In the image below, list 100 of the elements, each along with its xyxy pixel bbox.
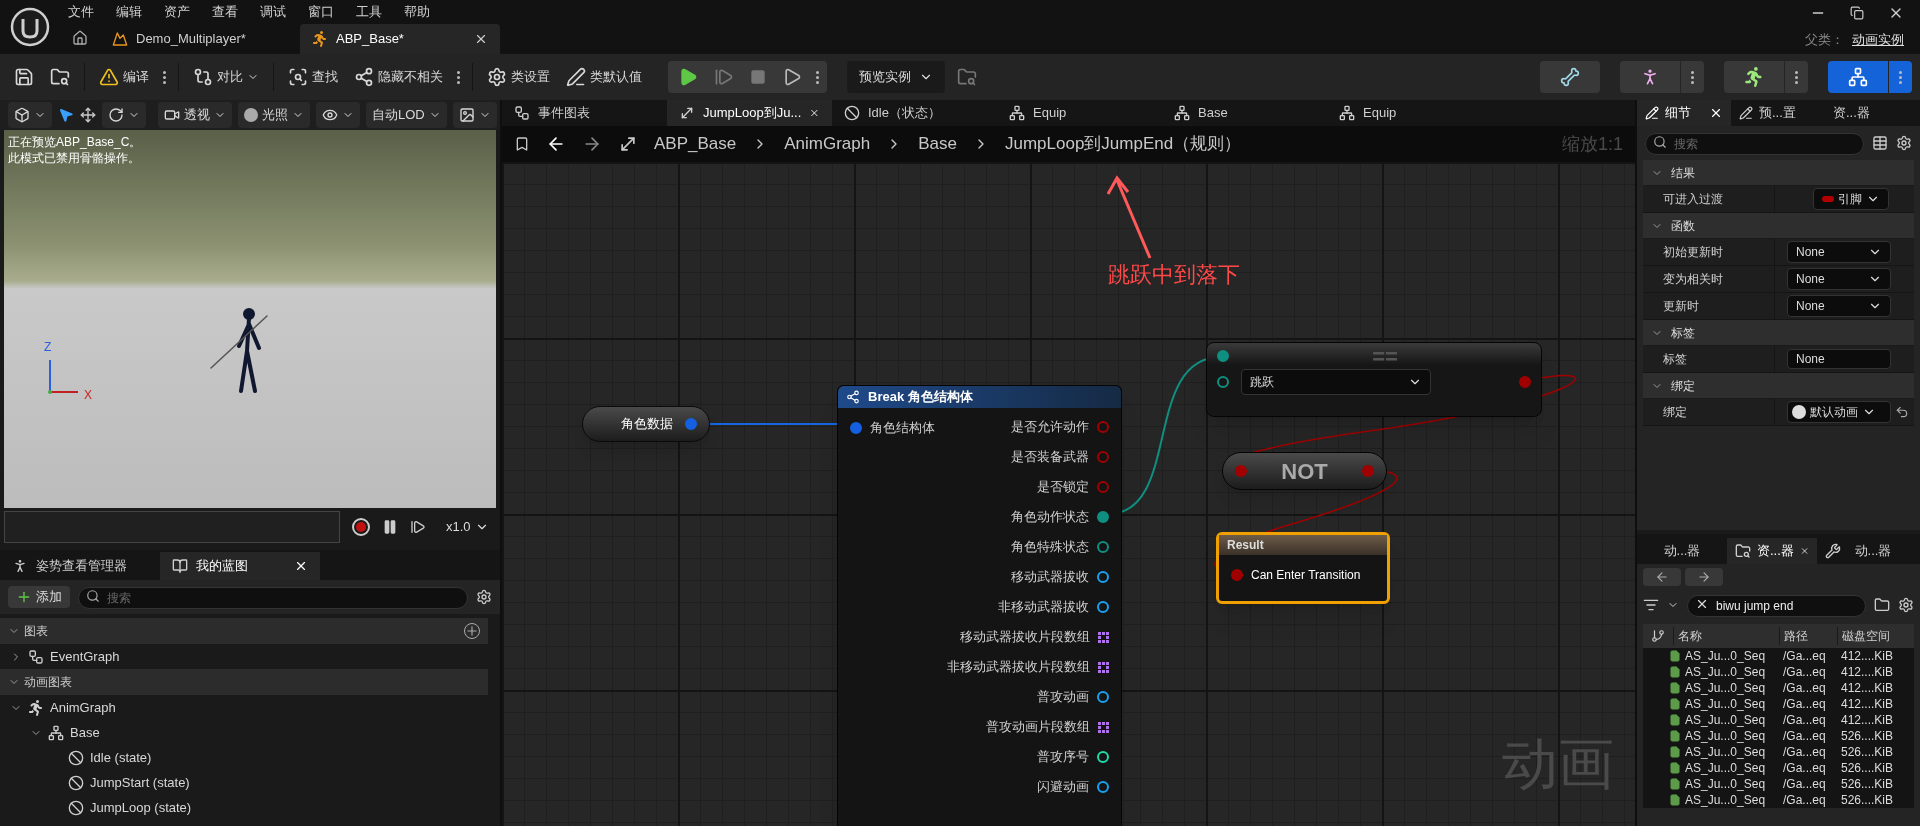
equal-node[interactable]: == 跳跃	[1206, 342, 1542, 417]
branch-icon[interactable]	[1651, 629, 1665, 643]
menu-item[interactable]: 工具	[356, 2, 382, 22]
select-dropdown[interactable]: None	[1787, 268, 1891, 290]
add-icon[interactable]	[464, 623, 480, 639]
menu-item[interactable]: 编辑	[116, 2, 142, 22]
close-icon[interactable]	[474, 32, 488, 46]
variable-node[interactable]: 角色数据	[582, 406, 710, 442]
clear-icon[interactable]	[1695, 597, 1709, 611]
text-field[interactable]: None	[1787, 349, 1891, 369]
binding-dropdown[interactable]: 默认动画	[1787, 401, 1891, 423]
class-defaults-button[interactable]: 类默认值	[560, 64, 648, 90]
search-field[interactable]: biwu jump end	[1687, 595, 1866, 617]
mode-button[interactable]	[1620, 61, 1704, 93]
panel-tab[interactable]: 资...器	[1825, 100, 1919, 126]
pause-icon[interactable]	[382, 519, 398, 535]
panel-tab[interactable]: 我的蓝图	[160, 552, 320, 580]
pin-icon[interactable]	[1097, 571, 1109, 583]
home-icon[interactable]	[72, 30, 88, 46]
lod-dropdown[interactable]: 自动LOD	[366, 102, 447, 128]
pin-icon[interactable]	[1217, 350, 1229, 362]
lighting-dropdown[interactable]: 光照	[238, 102, 310, 128]
document-tab[interactable]: Demo_Multiplayer*	[100, 24, 300, 54]
folder-search-icon[interactable]	[957, 67, 977, 87]
menu-item[interactable]: 调试	[260, 2, 286, 22]
graph-tab[interactable]: Equip	[1327, 100, 1492, 126]
perspective-dropdown[interactable]: 透视	[158, 102, 232, 128]
section-header[interactable]: 标签	[1643, 320, 1914, 346]
find-button[interactable]: 查找	[282, 64, 344, 90]
tree-item[interactable]: AnimGraph	[0, 695, 488, 720]
select-tool-icon[interactable]	[58, 107, 74, 123]
select-dropdown[interactable]: None	[1787, 295, 1891, 317]
tree-item[interactable]: Base	[0, 720, 488, 745]
column-header[interactable]: 磁盘空间	[1837, 627, 1914, 645]
hide-unrelated-button[interactable]: 隐藏不相关	[348, 64, 449, 90]
mode-button[interactable]	[1540, 61, 1600, 93]
menu-item[interactable]: 窗口	[308, 2, 334, 22]
breadcrumb-link[interactable]: JumpLoop到JumpEnd（规则）	[1004, 131, 1242, 157]
move-tool-icon[interactable]	[80, 107, 96, 123]
graph-tab[interactable]: Idle（状态）	[832, 100, 997, 126]
section-header[interactable]: 动画图表	[0, 669, 488, 695]
close-icon[interactable]	[1709, 106, 1723, 120]
settings-icon[interactable]	[476, 589, 492, 605]
class-settings-button[interactable]: 类设置	[481, 64, 556, 90]
settings-icon[interactable]	[1896, 135, 1912, 151]
panel-tab[interactable]: 动...器	[1637, 538, 1727, 564]
section-header[interactable]: 绑定	[1643, 373, 1914, 399]
restore-icon[interactable]	[1850, 6, 1864, 20]
pin-icon[interactable]	[1097, 601, 1109, 613]
array-pin-icon[interactable]	[1098, 661, 1109, 673]
panel-tab[interactable]: 预...置	[1731, 100, 1825, 126]
search-field[interactable]: 搜索	[1645, 133, 1864, 155]
array-pin-icon[interactable]	[1098, 721, 1109, 733]
mode-button[interactable]	[1724, 61, 1808, 93]
section-header[interactable]: 函数	[1643, 213, 1914, 239]
menu-item[interactable]: 资产	[164, 2, 190, 22]
settings-icon[interactable]	[1898, 597, 1914, 613]
mode-button[interactable]	[1828, 61, 1912, 93]
filter-icon[interactable]	[1643, 597, 1659, 613]
table-icon[interactable]	[1872, 135, 1888, 151]
section-header[interactable]: 结果	[1643, 160, 1914, 186]
graph-tab[interactable]: Equip	[997, 100, 1162, 126]
step-icon[interactable]	[410, 519, 426, 535]
panel-tab[interactable]: 资...器	[1727, 538, 1817, 564]
menu-item[interactable]: 帮助	[404, 2, 430, 22]
tree-item[interactable]: JumpLoop (state)	[0, 795, 488, 820]
tree-item[interactable]: JumpStart (state)	[0, 770, 488, 795]
tree-item[interactable]: Idle (state)	[0, 745, 488, 770]
folder-icon[interactable]	[1874, 597, 1890, 613]
break-struct-node[interactable]: Break 角色结构体 角色结构体 是否允许动作 是否装备武器 是否锁定 角色动作状态 角色特殊状态 移动武器拔收 非移动武器拔收 移动武器拔收片段数组 非移动武器拔收片段数组 普攻动画 普攻动画片段数组 普攻序号 闪避动画	[837, 385, 1122, 826]
bookmark-icon[interactable]	[514, 136, 530, 152]
reset-icon[interactable]	[1895, 405, 1909, 419]
pin-icon[interactable]	[1097, 751, 1109, 763]
pin-icon[interactable]	[1097, 781, 1109, 793]
document-tab[interactable]: ABP_Base*	[300, 24, 500, 54]
close-icon[interactable]	[294, 559, 308, 573]
select-dropdown[interactable]: None	[1787, 241, 1891, 263]
speed-dropdown[interactable]: x1.0	[446, 517, 489, 537]
panel-tab[interactable]: 姿势查看管理器	[0, 552, 160, 580]
menu-item[interactable]: 查看	[212, 2, 238, 22]
column-header[interactable]: 名称	[1673, 627, 1779, 645]
enum-dropdown[interactable]: 跳跃	[1241, 369, 1431, 395]
column-header[interactable]: 路径	[1779, 627, 1837, 645]
add-button[interactable]: 添加	[8, 586, 70, 608]
graph-tab[interactable]: Base	[1162, 100, 1327, 126]
show-dropdown[interactable]	[316, 102, 360, 128]
menu-item[interactable]: 文件	[68, 2, 94, 22]
breadcrumb-link[interactable]: Base	[918, 131, 957, 157]
pin-dropdown[interactable]: 引脚	[1813, 188, 1889, 210]
pin-icon[interactable]	[1097, 511, 1109, 523]
search-field[interactable]: 搜索	[78, 587, 468, 609]
rotate-tool-button[interactable]	[102, 102, 146, 128]
panel-tab[interactable]: 细节	[1637, 100, 1731, 126]
parent-class-link[interactable]: 动画实例	[1852, 30, 1904, 50]
forward-button[interactable]	[1685, 568, 1723, 586]
record-button[interactable]	[352, 518, 370, 536]
breadcrumb-link[interactable]: ABP_Base	[654, 131, 737, 157]
graph-tab[interactable]: JumpLoop到Ju...	[667, 100, 832, 126]
breadcrumb-link[interactable]: AnimGraph	[784, 131, 871, 157]
timeline-track[interactable]	[4, 511, 340, 543]
